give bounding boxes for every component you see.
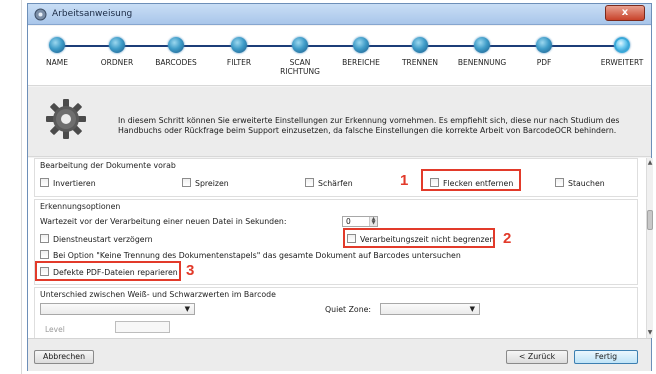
quiet-zone-label: Quiet Zone: xyxy=(325,305,372,314)
contrast-group: Unterschied zwischen Weiß- und Schwarzwe… xyxy=(34,287,638,338)
step-label: ERWEITERT xyxy=(600,58,644,67)
step-dot-active-icon xyxy=(614,37,630,53)
group-title: Bearbeitung der Dokumente vorab xyxy=(40,161,176,170)
info-panel: In diesem Schritt können Sie erweiterte … xyxy=(28,87,651,157)
checkbox-spreizen[interactable]: Spreizen xyxy=(182,178,229,188)
step-label: PDF xyxy=(536,58,552,67)
checkbox-label: Schärfen xyxy=(318,179,353,188)
checkbox-label: Invertieren xyxy=(53,179,96,188)
settings-scroll-area[interactable]: Bearbeitung der Dokumente vorab Invertie… xyxy=(28,158,646,338)
wizard-steps: NAME ORDNER BARCODES FILTER SCAN RICHTUN… xyxy=(28,26,651,86)
scroll-down-icon[interactable]: ▼ xyxy=(647,329,653,337)
cancel-button[interactable]: Abbrechen xyxy=(34,350,94,364)
checkbox-gesamtes-dokument[interactable]: Bei Option "Keine Trennung des Dokumente… xyxy=(40,250,461,260)
chevron-down-icon: ▼ xyxy=(469,305,475,313)
wait-time-spinner[interactable]: 0 ▲ ▼ xyxy=(342,216,378,227)
step-label-line1: SCAN xyxy=(289,58,311,67)
checkbox-box[interactable] xyxy=(182,178,191,187)
finish-button[interactable]: Fertig xyxy=(574,350,638,364)
checkbox-box[interactable] xyxy=(555,178,564,187)
checkbox-stauchen[interactable]: Stauchen xyxy=(555,178,605,188)
group-title: Erkennungsoptionen xyxy=(40,202,121,211)
checkbox-box[interactable] xyxy=(40,250,49,259)
back-button[interactable]: < Zurück xyxy=(506,350,568,364)
background-panel xyxy=(0,0,22,374)
checkbox-box[interactable] xyxy=(40,178,49,187)
close-button[interactable]: x xyxy=(605,5,645,21)
scroll-up-icon[interactable]: ▲ xyxy=(647,159,653,167)
step-dot-icon xyxy=(49,37,65,53)
highlight-box-2 xyxy=(343,228,495,248)
app-icon xyxy=(34,8,47,21)
info-text: In diesem Schritt können Sie erweiterte … xyxy=(118,116,620,135)
annotation-number-1: 1 xyxy=(400,172,409,189)
checkbox-dienstneustart[interactable]: Dienstneustart verzögern xyxy=(40,234,153,244)
chevron-down-icon: ▼ xyxy=(184,305,190,313)
annotation-number-3: 3 xyxy=(186,262,195,279)
wait-time-value: 0 xyxy=(346,217,351,226)
level-label: Level xyxy=(45,325,65,334)
wait-time-label: Wartezeit vor der Verarbeitung einer neu… xyxy=(40,217,287,226)
checkbox-box[interactable] xyxy=(40,234,49,243)
step-dot-icon xyxy=(109,37,125,53)
vertical-scrollbar[interactable]: ▲ ▼ xyxy=(646,158,653,338)
gear-icon xyxy=(46,99,86,139)
checkbox-label: Dienstneustart verzögern xyxy=(53,235,153,244)
dialog-window: Arbeitsanweisung x NAME ORDNER BARCODES … xyxy=(27,3,653,371)
group-title: Unterschied zwischen Weiß- und Schwarzwe… xyxy=(40,290,276,299)
step-label: BENENNUNG xyxy=(457,58,507,67)
step-label-line2: RICHTUNG xyxy=(280,67,320,76)
annotation-number-2: 2 xyxy=(503,230,512,247)
checkbox-label: Stauchen xyxy=(568,179,605,188)
spinner-arrows-icon[interactable]: ▲ ▼ xyxy=(369,217,377,226)
close-icon: x xyxy=(621,7,629,18)
quiet-zone-select[interactable]: ▼ xyxy=(380,303,480,315)
window-title: Arbeitsanweisung xyxy=(52,9,133,19)
checkbox-invertieren[interactable]: Invertieren xyxy=(40,178,96,188)
preprocess-group: Bearbeitung der Dokumente vorab Invertie… xyxy=(34,158,638,197)
step-dot-icon xyxy=(412,37,428,53)
step-dot-icon xyxy=(231,37,247,53)
checkbox-schaerfen[interactable]: Schärfen xyxy=(305,178,353,188)
contrast-select[interactable]: ▼ xyxy=(40,303,195,315)
footer-bar: Abbrechen < Zurück Fertig xyxy=(28,338,651,371)
title-bar: Arbeitsanweisung x xyxy=(28,4,651,25)
highlight-box-1 xyxy=(421,169,521,191)
scroll-thumb[interactable] xyxy=(647,210,653,230)
checkbox-box[interactable] xyxy=(305,178,314,187)
level-field[interactable] xyxy=(115,321,170,333)
step-label: TRENNEN xyxy=(401,58,439,67)
step-dot-icon xyxy=(353,37,369,53)
highlight-box-3 xyxy=(35,261,181,281)
step-dot-icon xyxy=(292,37,308,53)
step-dot-icon xyxy=(168,37,184,53)
step-label: BARCODES xyxy=(155,58,197,67)
step-dot-icon xyxy=(536,37,552,53)
checkbox-label: Spreizen xyxy=(195,179,229,188)
step-label: FILTER xyxy=(226,58,252,67)
step-dot-icon xyxy=(474,37,490,53)
checkbox-label: Bei Option "Keine Trennung des Dokumente… xyxy=(53,251,461,260)
step-label: SCAN RICHTUNG xyxy=(265,58,335,76)
